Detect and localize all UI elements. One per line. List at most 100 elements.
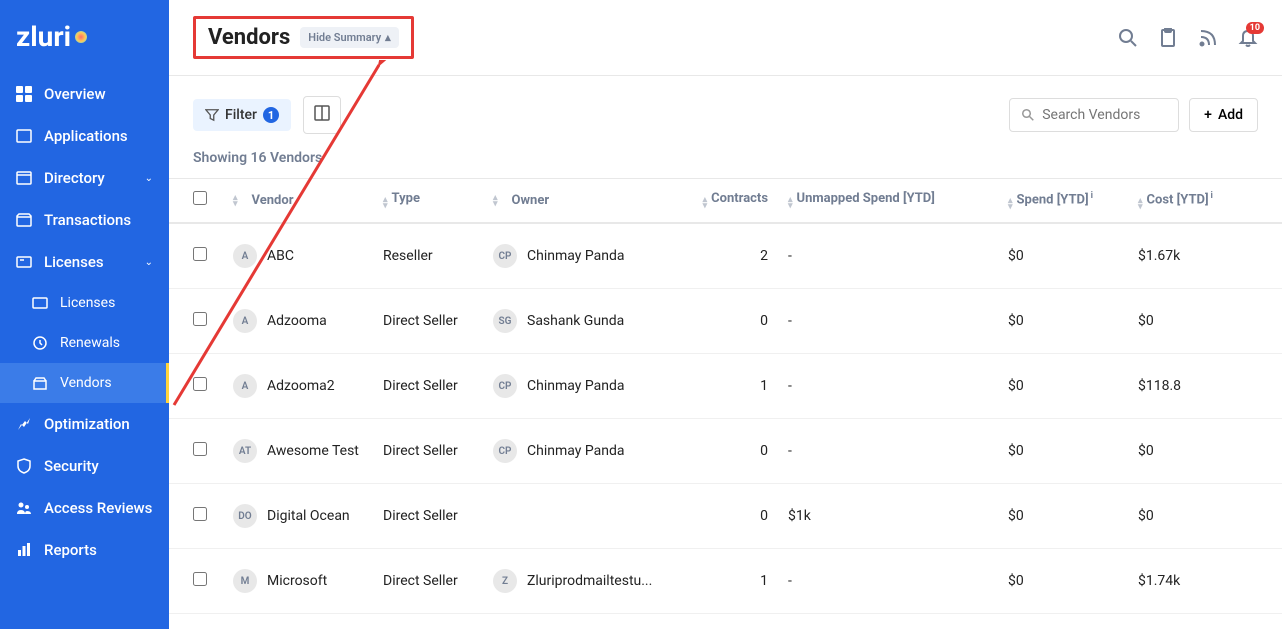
reports-icon — [16, 542, 32, 558]
sort-icon[interactable]: ▴▾ — [233, 195, 238, 207]
directory-icon — [16, 170, 32, 186]
sidebar-item-reports[interactable]: Reports — [0, 529, 169, 571]
licenses-sub-icon — [32, 295, 48, 311]
shield-icon — [16, 458, 32, 474]
header-actions: 10 — [1118, 28, 1258, 48]
cost-value: $0 — [1138, 443, 1258, 459]
sort-icon[interactable]: ▴▾ — [703, 197, 708, 209]
spend-value: $0 — [1008, 508, 1138, 524]
spend-value: $0 — [1008, 573, 1138, 589]
row-checkbox[interactable] — [193, 442, 207, 456]
sidebar-item-overview[interactable]: Overview — [0, 73, 169, 115]
table-row[interactable]: AABC Reseller CPChinmay Panda 2 - $0 $1.… — [169, 224, 1282, 289]
sort-icon[interactable]: ▴▾ — [493, 195, 498, 207]
sidebar-item-access-reviews[interactable]: Access Reviews — [0, 487, 169, 529]
vendor-avatar: A — [233, 374, 257, 398]
owner-avatar: SG — [493, 309, 517, 333]
notifications-icon[interactable]: 10 — [1238, 28, 1258, 48]
filter-button[interactable]: Filter 1 — [193, 99, 291, 131]
toolbar: Filter 1 + Add — [169, 76, 1282, 146]
renewals-icon — [32, 335, 48, 351]
sort-icon[interactable]: ▴▾ — [1138, 198, 1143, 210]
chevron-down-icon: ⌄ — [145, 257, 153, 268]
vendor-name: Adzooma — [267, 313, 327, 329]
owner-avatar: CP — [493, 439, 517, 463]
showing-count: Showing 16 Vendors — [169, 146, 1282, 178]
vendor-type: Direct Seller — [383, 378, 493, 394]
contracts-count: 0 — [683, 313, 788, 329]
cost-value: $0 — [1138, 313, 1258, 329]
page-header: Vendors Hide Summary ▴ 10 — [169, 0, 1282, 76]
search-field[interactable] — [1042, 107, 1166, 123]
contracts-count: 2 — [683, 248, 788, 264]
sidebar-item-label: Licenses — [44, 253, 104, 271]
hide-summary-toggle[interactable]: Hide Summary ▴ — [300, 27, 398, 48]
row-checkbox[interactable] — [193, 377, 207, 391]
sidebar-item-renewals[interactable]: Renewals — [0, 323, 169, 363]
cost-value: $1.67k — [1138, 248, 1258, 264]
contracts-count: 1 — [683, 573, 788, 589]
sort-icon[interactable]: ▴▾ — [383, 197, 388, 209]
sidebar-item-label: Licenses — [60, 295, 115, 311]
vendor-name: Awesome Test — [267, 443, 359, 459]
main-content: Vendors Hide Summary ▴ 10 Filter 1 — [169, 0, 1282, 629]
sidebar-item-label: Optimization — [44, 415, 130, 433]
add-label: Add — [1218, 107, 1243, 123]
contracts-count: 0 — [683, 508, 788, 524]
clipboard-icon[interactable] — [1158, 28, 1178, 48]
table-row[interactable]: AAdzooma2 Direct Seller CPChinmay Panda … — [169, 354, 1282, 419]
sidebar-item-applications[interactable]: Applications — [0, 115, 169, 157]
row-checkbox[interactable] — [193, 312, 207, 326]
filter-icon — [205, 108, 219, 122]
search-icon[interactable] — [1118, 28, 1138, 48]
rss-icon[interactable] — [1198, 28, 1218, 48]
sidebar-item-licenses-sub[interactable]: Licenses — [0, 283, 169, 323]
row-checkbox[interactable] — [193, 247, 207, 261]
vendor-avatar: M — [233, 569, 257, 593]
sidebar-item-vendors[interactable]: Vendors — [0, 363, 169, 403]
row-checkbox[interactable] — [193, 507, 207, 521]
add-button[interactable]: + Add — [1189, 98, 1258, 132]
search-vendors-input[interactable] — [1009, 98, 1179, 132]
sidebar-item-label: Security — [44, 457, 99, 475]
unmapped-spend: - — [788, 573, 1008, 589]
vendor-type: Direct Seller — [383, 443, 493, 459]
hide-summary-label: Hide Summary — [308, 31, 381, 44]
unmapped-spend: - — [788, 378, 1008, 394]
col-spend-header: Spend [YTD] — [1017, 192, 1089, 207]
row-checkbox[interactable] — [193, 572, 207, 586]
cost-value: $1.74k — [1138, 573, 1258, 589]
sort-icon[interactable]: ▴▾ — [788, 197, 793, 209]
vendor-name: Microsoft — [267, 573, 327, 589]
unmapped-spend: $1k — [788, 508, 1008, 524]
spend-value: $0 — [1008, 443, 1138, 459]
info-icon: i — [1211, 191, 1213, 201]
select-all-checkbox[interactable] — [193, 191, 207, 205]
sidebar-item-licenses[interactable]: Licenses ⌄ — [0, 241, 169, 283]
logo: zluri — [0, 0, 169, 73]
search-icon — [1022, 108, 1034, 122]
table-row[interactable]: ATAwesome Test Direct Seller CPChinmay P… — [169, 419, 1282, 484]
sidebar-item-label: Directory — [44, 169, 105, 187]
table-row[interactable]: DODigital Ocean Direct Seller 0 $1k $0 $… — [169, 484, 1282, 549]
filter-label: Filter — [225, 107, 257, 123]
sidebar-item-label: Vendors — [60, 375, 112, 391]
sidebar: zluri Overview Applications Directory ⌄ … — [0, 0, 169, 629]
contracts-count: 1 — [683, 378, 788, 394]
info-icon: i — [1091, 191, 1093, 201]
sidebar-item-label: Applications — [44, 127, 128, 145]
sidebar-item-optimization[interactable]: Optimization — [0, 403, 169, 445]
sidebar-item-security[interactable]: Security — [0, 445, 169, 487]
cost-value: $118.8 — [1138, 378, 1258, 394]
vendor-avatar: AT — [233, 439, 257, 463]
table-row[interactable]: MMicrosoft Direct Seller ZZluriprodmailt… — [169, 549, 1282, 614]
table-row[interactable]: AAdzooma Direct Seller SGSashank Gunda 0… — [169, 289, 1282, 354]
owner-avatar: Z — [493, 569, 517, 593]
unmapped-spend: - — [788, 313, 1008, 329]
sort-icon[interactable]: ▴▾ — [1008, 198, 1013, 210]
sidebar-item-transactions[interactable]: Transactions — [0, 199, 169, 241]
sidebar-item-directory[interactable]: Directory ⌄ — [0, 157, 169, 199]
col-type-header: Type — [392, 191, 420, 206]
plus-icon: + — [1204, 107, 1212, 123]
columns-button[interactable] — [303, 96, 341, 134]
